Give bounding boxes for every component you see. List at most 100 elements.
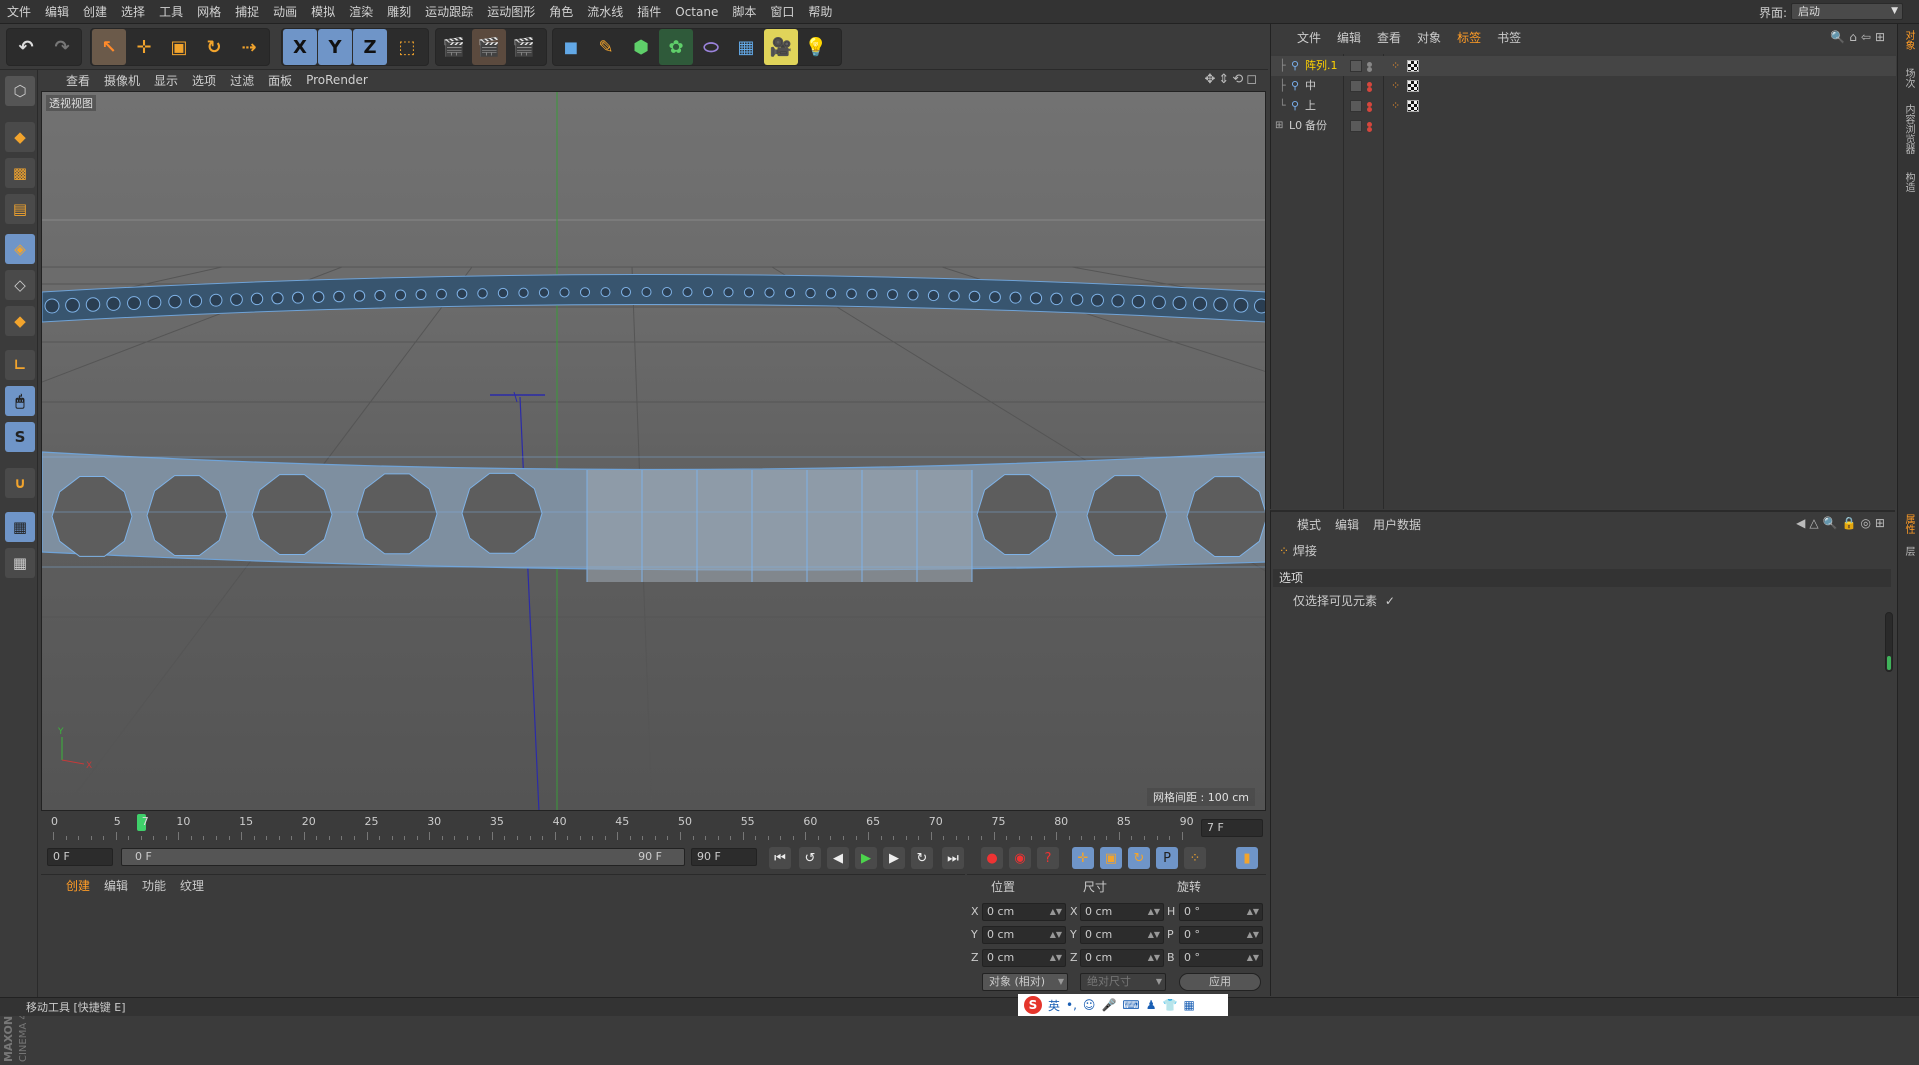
deformer-icon[interactable]: ⬭ xyxy=(694,29,728,65)
viewport-menu-display[interactable]: 显示 xyxy=(154,72,178,89)
viewport-menu-prorender[interactable]: ProRender xyxy=(306,73,368,87)
ime-emoji-icon[interactable]: ☺ xyxy=(1083,998,1096,1012)
texture-tag-icon[interactable] xyxy=(1407,100,1419,112)
frame-range-slider[interactable]: 0 F 90 F xyxy=(121,848,685,866)
planar-workplane-icon[interactable]: ▦ xyxy=(5,548,35,578)
attribute-menu-user-data[interactable]: 用户数据 xyxy=(1373,516,1421,533)
texture-mode-icon[interactable]: ▩ xyxy=(5,158,35,188)
viewport-menu-filter[interactable]: 过滤 xyxy=(230,72,254,89)
timeline[interactable]: 0 5 10 15 20 25 30 35 40 45 50 55 60 65 70 75 80 85 90 7 7 … xyxy=(41,812,1266,844)
expand-icon[interactable]: ⊞ xyxy=(1275,116,1283,136)
menu-edit[interactable]: 编辑 xyxy=(38,0,76,24)
render-settings-icon[interactable]: 🎬 xyxy=(507,29,541,65)
render-dot[interactable] xyxy=(1367,67,1372,72)
go-to-end-icon[interactable]: ⏭ xyxy=(942,847,964,869)
viewport-menu-options[interactable]: 选项 xyxy=(192,72,216,89)
ime-language[interactable]: 英 xyxy=(1048,997,1060,1014)
object-row[interactable]: └ ⚲ 上 ⁘ xyxy=(1271,96,1896,116)
floor-icon[interactable]: ▦ xyxy=(729,29,763,65)
scrollbar[interactable] xyxy=(1885,612,1893,672)
visible-only-option[interactable]: 仅选择可见元素 ✓ xyxy=(1293,592,1395,609)
go-to-start-icon[interactable]: ⏮ xyxy=(769,847,791,869)
visible-only-checkbox[interactable]: ✓ xyxy=(1385,594,1395,608)
ime-punctuation-icon[interactable]: •, xyxy=(1066,998,1077,1012)
coordinate-mode-dropdown[interactable]: 对象 (相对) ▼ xyxy=(982,973,1068,991)
size-z-field[interactable]: 0 cm ▲▼ xyxy=(1080,949,1164,967)
menu-render[interactable]: 渲染 xyxy=(342,0,380,24)
axis-mode-icon[interactable]: ∟ xyxy=(5,350,35,380)
coordinate-system-icon[interactable]: ⬚ xyxy=(390,29,424,65)
current-frame-field[interactable]: 7 F xyxy=(1201,819,1263,837)
menu-pipeline[interactable]: 流水线 xyxy=(580,0,630,24)
polygons-mode-icon[interactable]: ◆ xyxy=(5,306,35,336)
redo-icon[interactable]: ↷ xyxy=(45,29,79,65)
menu-mesh[interactable]: 网格 xyxy=(190,0,228,24)
snap-icon[interactable]: S xyxy=(5,422,35,452)
side-tab-content-browser[interactable]: 内容浏览器 xyxy=(1902,104,1916,154)
side-tab-objects[interactable]: 对象 xyxy=(1902,30,1916,50)
render-dot[interactable] xyxy=(1367,87,1372,92)
size-y-field[interactable]: 0 cm ▲▼ xyxy=(1080,926,1164,944)
menu-select[interactable]: 选择 xyxy=(114,0,152,24)
weld-tag-icon[interactable]: ⁘ xyxy=(1391,100,1403,112)
magnet-icon[interactable]: ∪ xyxy=(5,468,35,498)
make-editable-icon[interactable]: ⬡ xyxy=(5,76,35,106)
live-select-icon[interactable]: ↖ xyxy=(92,29,126,65)
object-row[interactable]: ├ ⚲ 中 ⁘ xyxy=(1271,76,1896,96)
layout-select[interactable]: 启动 ▼ xyxy=(1791,3,1903,20)
ime-menu-icon[interactable]: ▦ xyxy=(1183,998,1194,1012)
position-z-field[interactable]: 0 cm ▲▼ xyxy=(982,949,1066,967)
keyframe-selection-icon[interactable]: ? xyxy=(1037,847,1059,869)
record-parameter-icon[interactable]: P xyxy=(1156,847,1178,869)
material-manager[interactable]: 创建 编辑 功能 纹理 xyxy=(41,874,965,996)
menu-script[interactable]: 脚本 xyxy=(725,0,763,24)
next-key-icon[interactable]: ↻ xyxy=(911,847,933,869)
material-menu-edit[interactable]: 编辑 xyxy=(104,877,128,894)
material-menu-function[interactable]: 功能 xyxy=(142,877,166,894)
render-dot[interactable] xyxy=(1367,127,1372,132)
ime-toolbar[interactable]: S 英 •, ☺ 🎤 ⌨ ♟ 👕 ▦ xyxy=(1018,994,1228,1016)
start-frame-field[interactable]: 0 F xyxy=(47,848,113,866)
record-position-icon[interactable]: ✛ xyxy=(1072,847,1094,869)
side-tab-attributes[interactable]: 属性 xyxy=(1902,514,1916,534)
locked-workplane-icon[interactable]: ▦ xyxy=(5,512,35,542)
menu-snap[interactable]: 捕捉 xyxy=(228,0,266,24)
z-axis-lock-icon[interactable]: Z xyxy=(353,29,387,65)
viewport-nav-icons[interactable]: ✥⇕⟲◻ xyxy=(1205,72,1260,87)
edges-mode-icon[interactable]: ◇ xyxy=(5,270,35,300)
material-menu-texture[interactable]: 纹理 xyxy=(180,877,204,894)
position-x-field[interactable]: 0 cm ▲▼ xyxy=(982,903,1066,921)
object-menu-view[interactable]: 查看 xyxy=(1377,29,1401,47)
apply-button[interactable]: 应用 xyxy=(1179,973,1261,991)
workplane-mode-icon[interactable]: ▤ xyxy=(5,194,35,224)
autokey-icon[interactable]: ◉ xyxy=(1009,847,1031,869)
rotation-h-field[interactable]: 0 ° ▲▼ xyxy=(1179,903,1263,921)
object-menu-objects[interactable]: 对象 xyxy=(1417,29,1441,47)
record-scale-icon[interactable]: ▣ xyxy=(1100,847,1122,869)
subdivision-icon[interactable]: ⬢ xyxy=(624,29,658,65)
object-list[interactable]: ├ ⚲ 阵列.1 ⁘ ├ ⚲ 中 ⁘ └ ⚲ 上 ⁘ ⊞ L0 备份 xyxy=(1271,54,1896,509)
x-axis-lock-icon[interactable]: X xyxy=(283,29,317,65)
next-frame-icon[interactable]: ▶ xyxy=(883,847,905,869)
ime-voice-icon[interactable]: 🎤 xyxy=(1101,998,1116,1012)
position-y-field[interactable]: 0 cm ▲▼ xyxy=(982,926,1066,944)
sogou-logo-icon[interactable]: S xyxy=(1024,996,1042,1014)
ime-keyboard-icon[interactable]: ⌨ xyxy=(1122,998,1139,1012)
ime-shirt-icon[interactable]: 👕 xyxy=(1162,998,1177,1012)
camera-icon[interactable]: 🎥 xyxy=(764,29,798,65)
layer-toggle[interactable] xyxy=(1350,60,1362,72)
menu-help[interactable]: 帮助 xyxy=(801,0,839,24)
attribute-menu-edit[interactable]: 编辑 xyxy=(1335,516,1359,533)
menu-octane[interactable]: Octane xyxy=(668,0,725,24)
rotation-p-field[interactable]: 0 ° ▲▼ xyxy=(1179,926,1263,944)
menu-tools[interactable]: 工具 xyxy=(152,0,190,24)
tweak-mode-icon[interactable]: 🖱 xyxy=(5,386,35,416)
scale-icon[interactable]: ▣ xyxy=(162,29,196,65)
texture-tag-icon[interactable] xyxy=(1407,80,1419,92)
object-name[interactable]: 中 xyxy=(1305,76,1316,96)
render-picture-viewer-icon[interactable]: 🎬 xyxy=(472,29,506,65)
model-mode-icon[interactable]: ◆ xyxy=(5,122,35,152)
move-icon[interactable]: ✛ xyxy=(127,29,161,65)
layer-toggle[interactable] xyxy=(1350,120,1362,132)
render-dot[interactable] xyxy=(1367,107,1372,112)
